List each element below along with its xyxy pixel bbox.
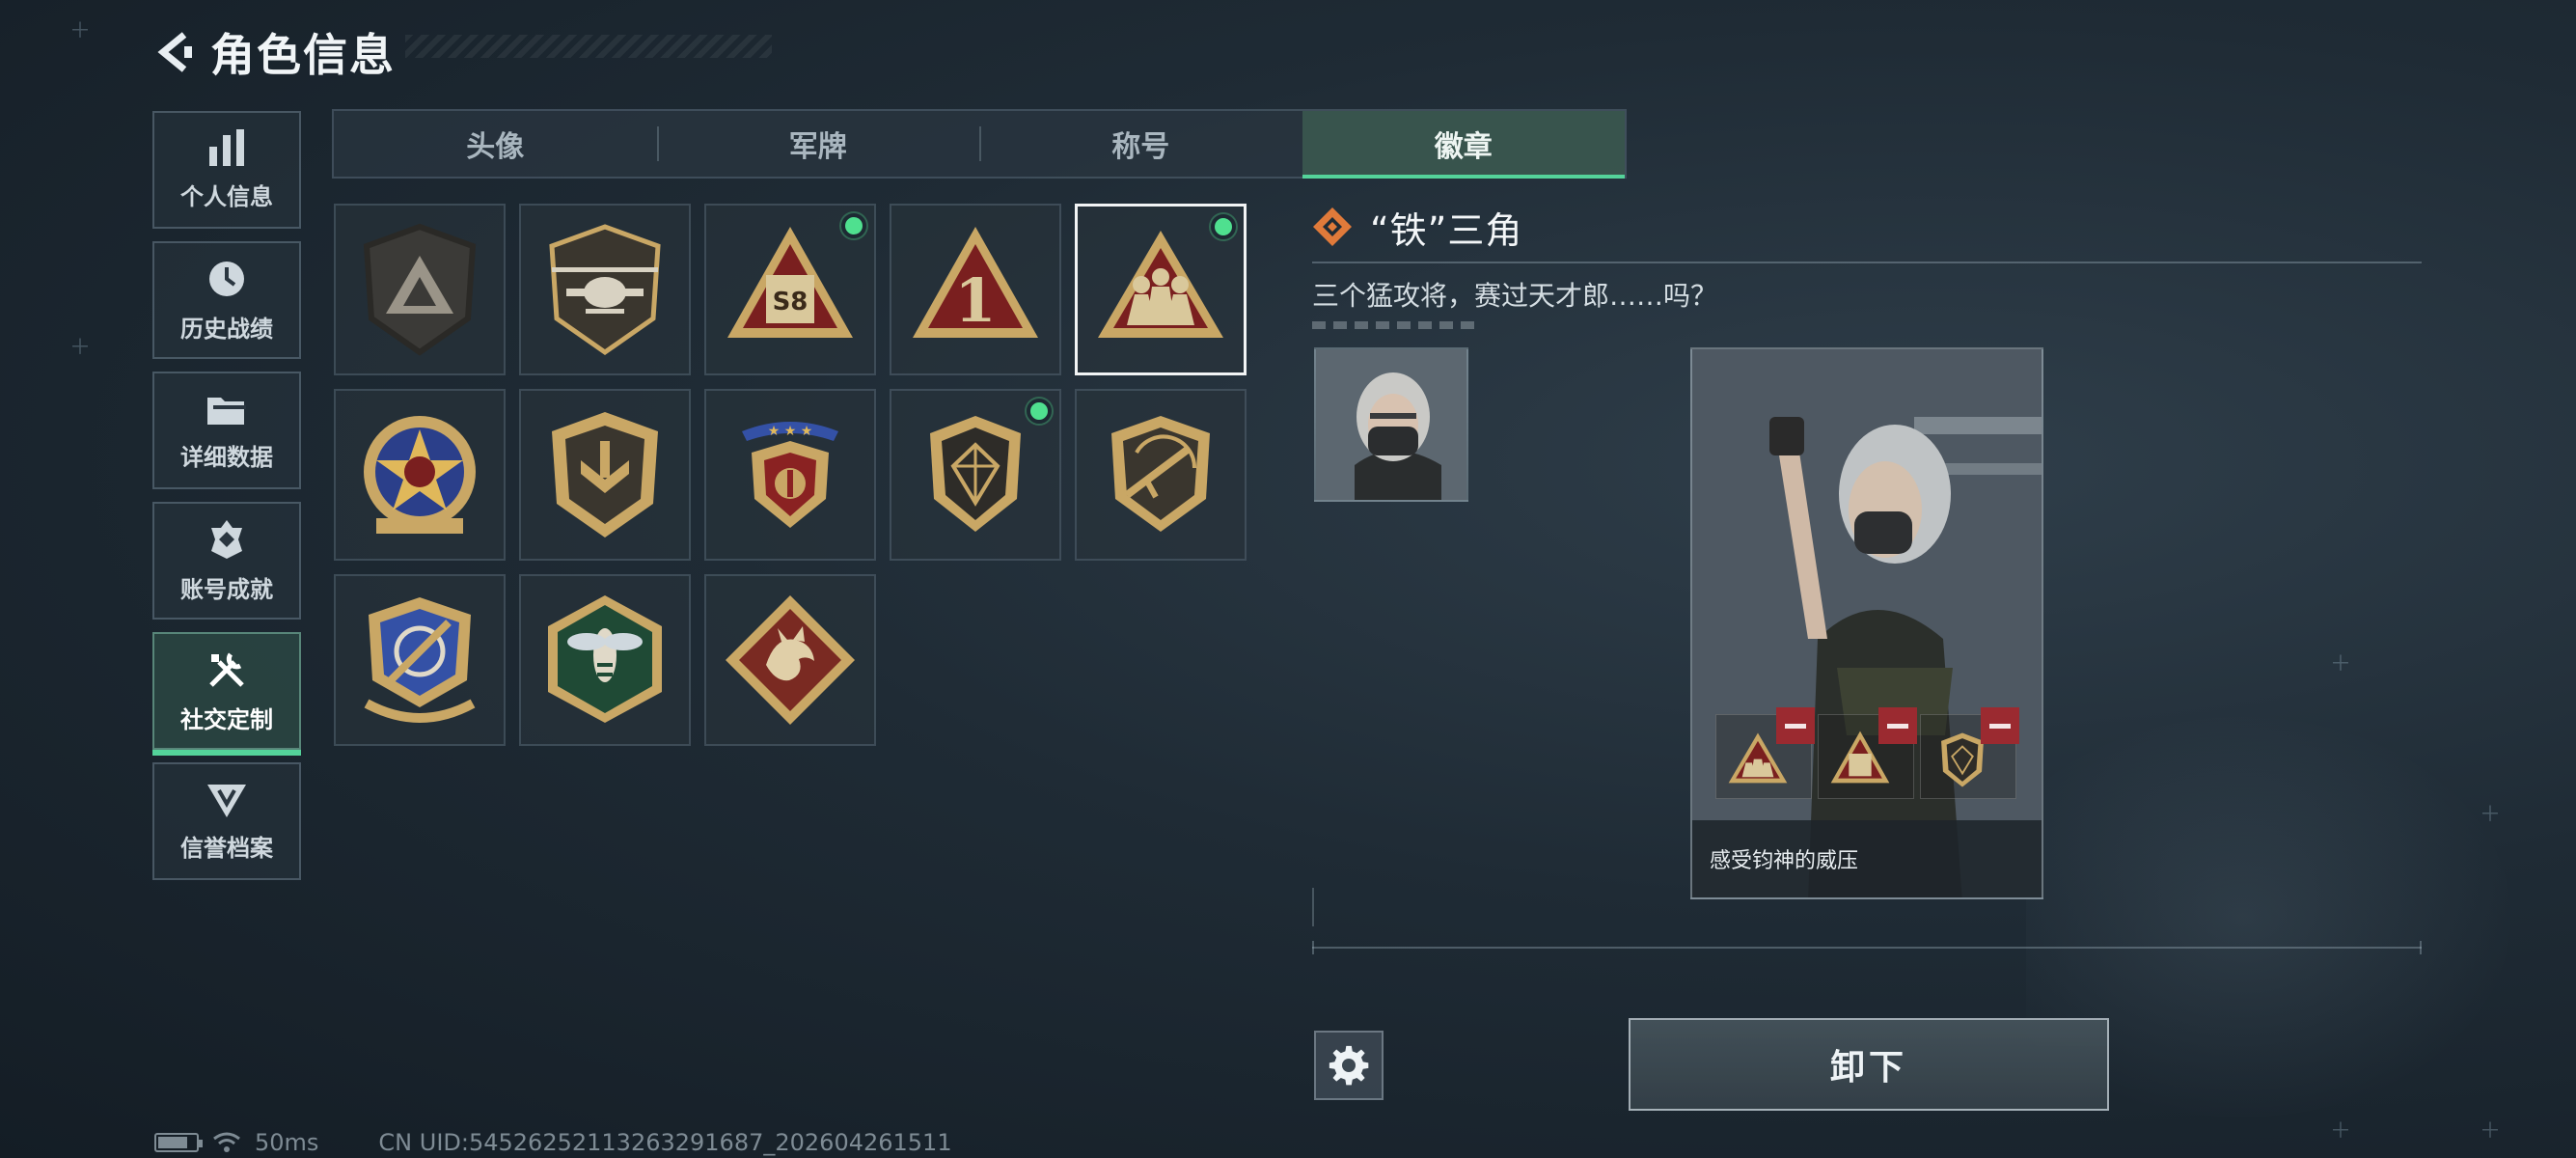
page-header: 角色信息 bbox=[154, 21, 772, 83]
tab-badge[interactable]: 徽章 bbox=[1302, 111, 1625, 179]
tab-dog-tag[interactable]: 军牌 bbox=[656, 111, 980, 177]
svg-text:1: 1 bbox=[954, 265, 996, 336]
clock-icon bbox=[209, 261, 244, 296]
unequip-button[interactable]: 卸下 bbox=[1629, 1018, 2109, 1111]
sidebar-item-personal-info[interactable]: 个人信息 bbox=[152, 111, 301, 229]
badge-tile[interactable] bbox=[334, 204, 506, 375]
equipped-indicator bbox=[841, 213, 866, 238]
sidebar-item-reputation[interactable]: 信誉档案 bbox=[152, 762, 301, 880]
sidebar-item-label: 详细数据 bbox=[180, 443, 273, 471]
remove-badge-button[interactable] bbox=[1776, 707, 1815, 744]
preview-caption: 感受钧神的威压 bbox=[1710, 849, 1859, 873]
badge-tile[interactable] bbox=[890, 389, 1061, 561]
badge-tile[interactable] bbox=[519, 389, 691, 561]
decor-plus: ＋ bbox=[2480, 1119, 2502, 1144]
user-uid: CN UID:54526252113263291687_202604261511 bbox=[378, 1129, 952, 1156]
description-decoration bbox=[1312, 321, 1474, 329]
achievement-icon bbox=[211, 519, 242, 559]
ping-value: 50ms bbox=[255, 1129, 319, 1156]
badge-tile[interactable] bbox=[1075, 389, 1247, 561]
sidebar-item-social-custom[interactable]: 社交定制 bbox=[152, 632, 301, 756]
battery-icon bbox=[154, 1133, 203, 1152]
decor-plus: ＋ bbox=[69, 336, 92, 360]
wasp-hexagon-badge-icon bbox=[548, 595, 662, 723]
badge-tile[interactable] bbox=[519, 204, 691, 375]
svg-text:★ ★ ★: ★ ★ ★ bbox=[768, 424, 813, 439]
character-avatar bbox=[1314, 347, 1468, 502]
sidebar-item-achievements[interactable]: 账号成就 bbox=[152, 502, 301, 620]
remove-badge-button[interactable] bbox=[1878, 707, 1917, 744]
wifi-icon bbox=[213, 1132, 240, 1152]
badge-tile[interactable] bbox=[704, 574, 876, 746]
sidebar-item-history[interactable]: 历史战绩 bbox=[152, 241, 301, 359]
decor-plus: ＋ bbox=[2330, 1119, 2352, 1144]
badge-tile[interactable] bbox=[519, 574, 691, 746]
s8-triangle-badge-icon: S8 bbox=[727, 227, 853, 338]
character-figure bbox=[1692, 349, 2042, 897]
badge-tile[interactable] bbox=[334, 574, 506, 746]
number-one-triangle-badge-icon: 1 bbox=[913, 227, 1038, 338]
star-roundel-badge-icon bbox=[364, 416, 476, 534]
divider bbox=[1312, 941, 2422, 954]
dragon-diamond-badge-icon bbox=[726, 595, 855, 725]
tab-title[interactable]: 称号 bbox=[979, 111, 1302, 177]
gear-icon bbox=[1329, 1045, 1369, 1086]
back-arrow-icon[interactable] bbox=[154, 30, 199, 74]
badge-name: “铁”三角 bbox=[1370, 208, 1523, 252]
sidebar-item-label: 个人信息 bbox=[180, 182, 273, 210]
divider bbox=[1312, 262, 2422, 263]
iron-triangle-badge-icon bbox=[1098, 231, 1223, 338]
laurel-crest-badge-icon: ★ ★ ★ bbox=[742, 422, 838, 528]
status-bar: 50ms CN UID:54526252113263291687_2026042… bbox=[154, 1129, 952, 1156]
sidebar-item-label: 账号成就 bbox=[180, 575, 273, 603]
divider bbox=[1312, 888, 1314, 926]
equipped-indicator bbox=[1027, 399, 1052, 424]
sidebar-item-label: 社交定制 bbox=[180, 705, 273, 733]
sidebar-item-detailed-data[interactable]: 详细数据 bbox=[152, 372, 301, 489]
folder-icon bbox=[207, 397, 246, 425]
detail-header: “铁”三角 bbox=[1312, 198, 2422, 256]
badge-tile-selected[interactable] bbox=[1075, 204, 1247, 375]
badge-tile[interactable] bbox=[334, 389, 506, 561]
sidebar-item-label: 历史战绩 bbox=[180, 315, 273, 343]
triangle-shield-badge-icon bbox=[363, 223, 477, 356]
preview-caption-bar: 感受钧神的威压 bbox=[1692, 820, 2042, 897]
badge-tile[interactable]: 1 bbox=[890, 204, 1061, 375]
tools-icon bbox=[209, 651, 244, 687]
remove-badge-button[interactable] bbox=[1981, 707, 2019, 744]
character-preview-card: 感受钧神的威压 bbox=[1690, 347, 2043, 899]
decor-plus: ＋ bbox=[2330, 652, 2352, 676]
gem-shield-badge-icon bbox=[930, 416, 1021, 532]
decor-plus: ＋ bbox=[69, 19, 92, 43]
equipped-badge-slot bbox=[1920, 707, 2019, 799]
bar-chart-icon bbox=[209, 128, 244, 166]
crosshair-crest-badge-icon bbox=[364, 597, 476, 723]
helicopter-badge-icon bbox=[549, 224, 661, 356]
svg-text:S8: S8 bbox=[773, 288, 808, 317]
category-tabs: 头像 军牌 称号 徽章 bbox=[332, 109, 1627, 179]
chevron-shield-badge-icon bbox=[552, 412, 658, 538]
title-decoration bbox=[405, 35, 772, 58]
rifle-shield-badge-icon bbox=[1111, 416, 1210, 532]
badge-description: 三个猛攻将，赛过天才郎……吗？ bbox=[1312, 280, 1718, 312]
tab-avatar[interactable]: 头像 bbox=[334, 111, 657, 177]
badge-tile[interactable]: ★ ★ ★ bbox=[704, 389, 876, 561]
page-title: 角色信息 bbox=[210, 29, 396, 81]
sidebar-item-label: 信誉档案 bbox=[180, 834, 273, 862]
badge-tile[interactable]: S8 bbox=[704, 204, 876, 375]
sidebar-nav: 个人信息 历史战绩 详细数据 账号成就 社交定制 信誉档案 bbox=[152, 111, 301, 893]
equipped-badge-slot bbox=[1715, 707, 1815, 799]
decor-plus: ＋ bbox=[2480, 803, 2502, 827]
equipped-badge-slot bbox=[1818, 707, 1917, 799]
badge-detail-panel: “铁”三角 三个猛攻将，赛过天才郎……吗？ bbox=[1312, 198, 2422, 329]
reputation-icon bbox=[207, 784, 246, 817]
equipped-indicator bbox=[1211, 214, 1236, 239]
orange-diamond-icon bbox=[1313, 207, 1352, 246]
settings-button[interactable] bbox=[1314, 1031, 1384, 1100]
